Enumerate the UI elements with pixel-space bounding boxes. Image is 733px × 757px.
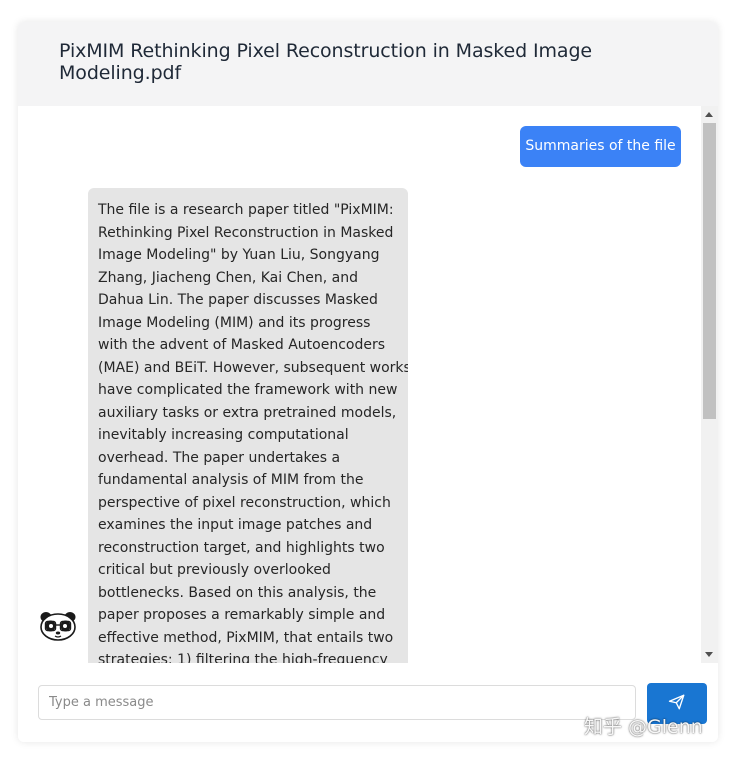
document-title: PixMIM Rethinking Pixel Reconstruction i… — [59, 40, 659, 84]
bot-message-line: critical but previously overlooked — [98, 562, 331, 578]
document-title-line-1: PixMIM Rethinking Pixel Reconstruction i… — [59, 40, 593, 62]
message-input[interactable] — [38, 685, 636, 720]
send-button[interactable] — [647, 683, 707, 724]
bot-message-line: The file is a research paper titled "Pix… — [98, 202, 394, 218]
bot-message-line: have complicated the framework with new — [98, 382, 398, 398]
bot-message-line: paper proposes a remarkably simple and — [98, 607, 386, 623]
bot-message-line: examines the input image patches and — [98, 517, 373, 533]
send-icon — [668, 693, 686, 714]
scrollbar-thumb[interactable] — [703, 123, 716, 419]
user-message-bubble: Summaries of the file — [520, 126, 681, 167]
message-list[interactable]: Summaries of the file The file is a rese… — [18, 106, 718, 663]
bot-message-line: strategies: 1) filtering the high-freque… — [98, 652, 388, 663]
bot-message-line: Zhang, Jiacheng Chen, Kai Chen, and — [98, 269, 358, 286]
scroll-up-arrow-icon[interactable] — [705, 112, 713, 117]
bot-message-line: auxiliary tasks or extra pretrained mode… — [98, 404, 397, 421]
bot-message-line: (MAE) and BEiT. However, subsequent work… — [98, 359, 408, 376]
message-composer — [18, 663, 718, 742]
chat-window: PixMIM Rethinking Pixel Reconstruction i… — [18, 22, 718, 742]
chat-header: PixMIM Rethinking Pixel Reconstruction i… — [18, 22, 718, 106]
bot-message-line: Dahua Lin. The paper discusses Masked — [98, 292, 378, 308]
bot-message-line: perspective of pixel reconstruction, whi… — [98, 494, 391, 511]
bot-message-line: reconstruction target, and highlights tw… — [98, 539, 385, 556]
bot-message-line: fundamental analysis of MIM from the — [98, 472, 364, 488]
bot-message-line: with the advent of Masked Autoencoders — [98, 337, 386, 353]
panda-icon — [38, 611, 78, 641]
bot-message-line: overhead. The paper undertakes a — [98, 449, 341, 466]
user-message-text: Summaries of the file — [525, 138, 676, 154]
bot-message-line: Image Modeling (MIM) and its progress — [98, 314, 371, 331]
message-scrollbar[interactable] — [701, 106, 718, 663]
bot-message-line: effective method, PixMIM, that entails t… — [98, 629, 394, 646]
document-title-line-2: Modeling.pdf — [59, 62, 182, 84]
bot-message-bubble: The file is a research paper titled "Pix… — [88, 188, 408, 663]
bot-message-line: inevitably increasing computational — [98, 427, 349, 443]
bot-message-line: Image Modeling" by Yuan Liu, Songyang — [98, 247, 380, 263]
bot-message-line: bottlenecks. Based on this analysis, the — [98, 584, 377, 601]
scroll-down-arrow-icon[interactable] — [705, 652, 713, 657]
bot-message-line: Rethinking Pixel Reconstruction in Maske… — [98, 224, 394, 241]
